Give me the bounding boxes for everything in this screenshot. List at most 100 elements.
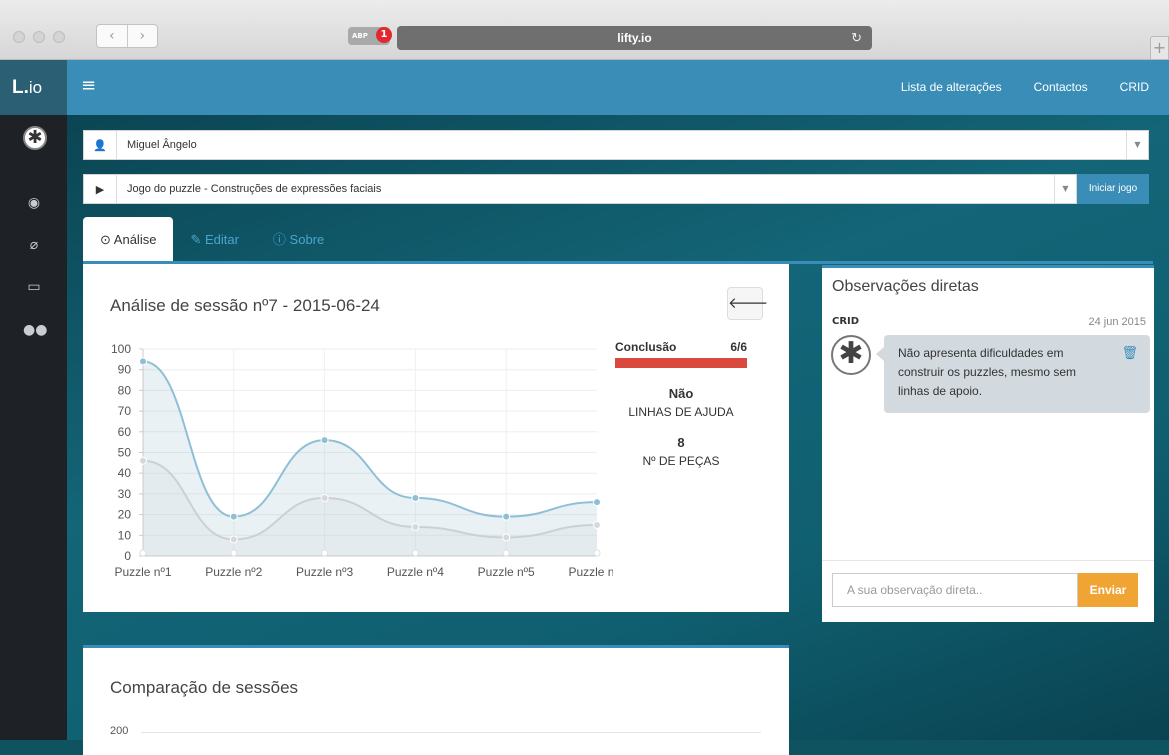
adblock-button[interactable]: ABP 1 <box>348 27 392 45</box>
start-game-button[interactable]: Iniciar jogo <box>1077 174 1149 204</box>
game-select-value: Jogo do puzzle - Construções de expressõ… <box>127 183 382 195</box>
data-point <box>139 456 147 465</box>
nav-link-changelog[interactable]: Lista de alterações <box>901 60 1002 115</box>
help-lines-value: Não <box>668 386 694 401</box>
chevron-down-icon[interactable]: ▼ <box>1054 175 1076 203</box>
baseline-point <box>139 549 147 557</box>
data-point <box>593 520 601 529</box>
comparison-y-tick: 200 <box>110 725 129 737</box>
data-point <box>502 533 511 542</box>
patient-select-value: Miguel Ângelo <box>127 139 197 151</box>
game-select[interactable]: ▶ Jogo do puzzle - Construções de expres… <box>83 174 1077 204</box>
dashboard-icon[interactable]: ◉ <box>23 195 45 211</box>
patient-select[interactable]: 👤 Miguel Ângelo ▼ <box>83 130 1149 160</box>
address-bar[interactable]: lifty.io ↻ <box>397 26 872 50</box>
new-tab-button[interactable]: + <box>1150 36 1169 60</box>
play-icon: ▶ <box>84 175 117 203</box>
avatar: ✱ <box>831 335 871 375</box>
x-tick-label: Puzzle nº2 <box>205 565 262 579</box>
tab-edit[interactable]: ✎ Editar <box>173 217 255 261</box>
conclusion-value: 6/6 <box>730 340 747 354</box>
y-tick-label: 70 <box>118 404 132 418</box>
paperclip-icon[interactable]: ⌀ <box>23 237 45 253</box>
tab-edit-label: Editar <box>204 232 239 247</box>
y-tick-label: 40 <box>118 466 132 480</box>
help-lines-label: LINHAS DE AJUDA <box>628 405 734 419</box>
observation-text: Não apresenta dificuldades em construir … <box>898 346 1077 398</box>
x-tick-label: Puzzle nº4 <box>387 565 444 579</box>
data-point <box>593 498 601 507</box>
inbox-icon[interactable]: ▭ <box>23 279 45 295</box>
comparison-gridline <box>141 732 761 733</box>
send-button[interactable]: Enviar <box>1078 573 1138 607</box>
data-point <box>229 512 238 521</box>
clock-icon: ⊙ <box>100 232 114 247</box>
observation-input[interactable]: A sua observação direta.. <box>832 573 1078 607</box>
tab-analysis[interactable]: ⊙ Análise <box>83 217 174 261</box>
y-tick-label: 30 <box>118 487 132 501</box>
y-tick-label: 90 <box>118 363 132 377</box>
x-tick-label: Puzzle nº3 <box>296 565 353 579</box>
forward-button[interactable]: › <box>128 25 158 47</box>
baseline-point <box>230 549 238 557</box>
observation-date: 24 jun 2015 <box>1088 316 1147 328</box>
close-window-button[interactable] <box>13 31 25 43</box>
trash-icon[interactable]: 🗑 <box>1121 343 1138 362</box>
data-point <box>229 535 238 544</box>
y-tick-label: 50 <box>118 446 132 460</box>
data-point <box>320 494 329 503</box>
observations-panel: Observações diretas CRID 24 jun 2015 ✱ N… <box>822 265 1154 622</box>
nav-link-crid[interactable]: CRID <box>1120 60 1149 115</box>
session-analysis-card: Análise de sessão nº7 - 2015-06-24 🡐 0 10… <box>83 264 789 612</box>
adblock-label: ABP <box>352 32 368 40</box>
y-tick-label: 80 <box>118 383 132 397</box>
tab-about[interactable]: ⓘ Sobre <box>256 217 341 261</box>
tab-bar: ⊙ Análise ✎ Editar ⓘ Sobre <box>83 217 341 261</box>
brand-strong: L. <box>12 77 29 98</box>
url-text: lifty.io <box>617 31 652 45</box>
user-icon: 👤 <box>84 131 117 159</box>
data-point <box>139 357 147 366</box>
session-stats: Conclusão 6/6 Não LINHAS DE AJUDA 8 Nº D… <box>615 340 747 468</box>
y-tick-label: 20 <box>118 508 132 522</box>
baseline-point <box>411 549 419 557</box>
pieces-label: Nº DE PEÇAS <box>642 454 720 468</box>
x-tick-label: Puzzle nº1 <box>114 565 171 579</box>
conclusion-progress-bar <box>615 358 747 368</box>
app-navbar: ≡ Lista de alterações Contactos CRID <box>67 60 1169 115</box>
history-nav: ‹ › <box>96 24 158 48</box>
session-line-chart: 0 10 20 30 40 50 60 70 80 90 100 Puzzle nº1 Puzzle n… <box>111 342 613 579</box>
x-tick-label: Puzzle nº5 <box>478 565 535 579</box>
observations-title: Observações diretas <box>832 278 979 295</box>
analysis-title: Análise de sessão nº7 - 2015-06-24 <box>110 296 380 315</box>
x-tick-label: Puzzle nº6 <box>568 565 613 579</box>
chevron-down-icon[interactable]: ▼ <box>1126 131 1148 159</box>
brand-logo[interactable]: L.io <box>0 60 67 115</box>
tab-analysis-label: Análise <box>113 232 157 247</box>
sidebar: L.io ✱ ◉ ⌀ ▭ ●● <box>0 60 67 740</box>
data-point <box>411 494 420 503</box>
data-point <box>502 512 511 521</box>
menu-icon[interactable]: ≡ <box>81 75 96 96</box>
conclusion-label: Conclusão <box>615 340 677 354</box>
main-content: 👤 Miguel Ângelo ▼ ▶ Jogo do puzzle - Con… <box>67 115 1169 755</box>
nav-link-contacts[interactable]: Contactos <box>1034 60 1088 115</box>
reload-icon[interactable]: ↻ <box>851 26 862 50</box>
observation-bubble: Não apresenta dificuldades em construir … <box>876 335 1150 413</box>
minimize-window-button[interactable] <box>33 31 45 43</box>
divider <box>822 560 1154 561</box>
accessibility-icon[interactable]: ✱ <box>23 126 47 150</box>
brand-rest: io <box>28 78 43 97</box>
back-button[interactable]: ‹ <box>97 25 128 47</box>
users-icon[interactable]: ●● <box>23 322 47 338</box>
pieces-value: 8 <box>677 435 685 450</box>
info-icon: ⓘ <box>272 232 290 247</box>
zoom-window-button[interactable] <box>53 31 65 43</box>
session-comparison-card: Comparação de sessões 200 <box>83 645 789 755</box>
baseline-point <box>502 549 510 557</box>
back-arrow-button[interactable]: 🡐 <box>727 287 768 320</box>
browser-toolbar: ‹ › ABP 1 lifty.io ↻ + <box>0 0 1169 60</box>
tab-about-label: Sobre <box>289 232 325 247</box>
y-tick-label: 100 <box>111 342 131 356</box>
pencil-icon: ✎ <box>190 232 205 247</box>
